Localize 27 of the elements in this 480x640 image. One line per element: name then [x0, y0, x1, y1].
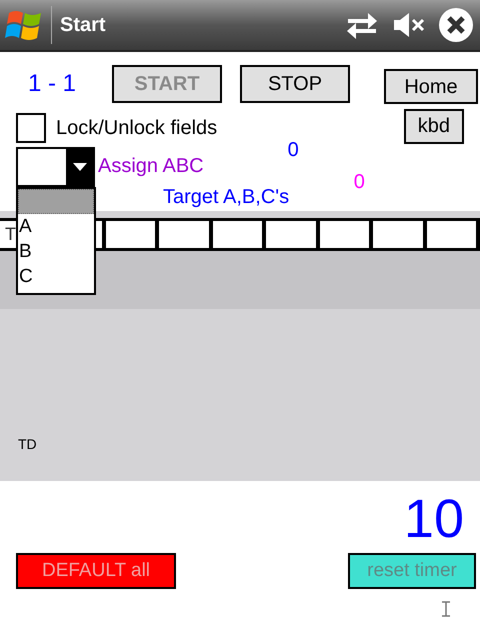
- grid-cell: [106, 221, 156, 248]
- grid-cell: [212, 221, 262, 248]
- stop-button[interactable]: STOP: [240, 65, 350, 103]
- grid-cell: [320, 221, 370, 248]
- timer-value: 10: [404, 489, 464, 549]
- home-button[interactable]: Home: [384, 69, 478, 104]
- count-b: 0: [354, 170, 365, 195]
- dropdown-caret-icon: [72, 163, 86, 171]
- lock-checkbox[interactable]: [16, 113, 46, 143]
- connectivity-arrows-icon[interactable]: [346, 11, 378, 39]
- grid-cell: [373, 221, 423, 248]
- kbd-button[interactable]: kbd: [404, 108, 464, 144]
- checkbox-label: Lock/Unlock fields: [56, 116, 218, 141]
- target-label: Target A,B,C's: [163, 185, 290, 210]
- window-title: Start: [60, 13, 106, 38]
- grid-cell: [159, 221, 209, 248]
- dropdown-option[interactable]: C: [18, 264, 94, 289]
- muted-speaker-icon[interactable]: [392, 12, 426, 38]
- count-a: 0: [288, 138, 299, 163]
- td-label: TD: [18, 435, 38, 454]
- grid-cell: [266, 221, 316, 248]
- grid-cell: [426, 221, 476, 248]
- assign-label: Assign ABC: [98, 154, 204, 179]
- counter-label: 1 - 1: [28, 69, 78, 99]
- close-icon[interactable]: [438, 7, 474, 43]
- assign-dropdown[interactable]: [16, 147, 95, 187]
- text-cursor-icon: [442, 601, 450, 617]
